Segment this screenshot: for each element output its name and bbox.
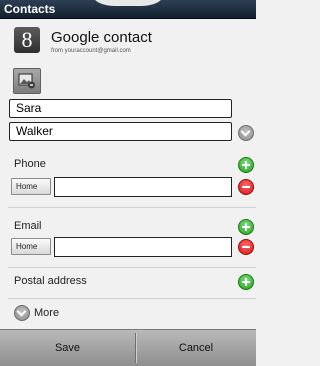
status-notch xyxy=(94,0,162,6)
account-header: 8 Google contact from youraccount@gmail.… xyxy=(0,20,256,62)
email-input[interactable] xyxy=(54,237,232,257)
phone-label: Phone xyxy=(14,158,46,170)
more-chevron-icon[interactable] xyxy=(14,305,30,321)
action-bar: Save Cancel xyxy=(0,329,256,366)
phone-input[interactable] xyxy=(54,177,232,197)
remove-phone-icon[interactable] xyxy=(238,179,254,195)
save-button[interactable]: Save xyxy=(0,330,135,366)
expand-name-icon[interactable] xyxy=(238,125,254,141)
cancel-button[interactable]: Cancel xyxy=(136,330,256,366)
divider xyxy=(8,298,256,299)
title-bar: Contacts xyxy=(0,0,256,19)
window-title: Contacts xyxy=(4,2,56,16)
last-name-field[interactable]: Walker xyxy=(9,122,232,141)
email-label: Email xyxy=(14,220,42,232)
first-name-field[interactable]: Sara xyxy=(9,99,232,118)
more-label[interactable]: More xyxy=(34,307,59,319)
email-type-selector[interactable]: Home xyxy=(11,238,51,255)
add-phone-icon[interactable] xyxy=(238,157,254,173)
picture-icon xyxy=(18,73,35,89)
contact-photo-button[interactable] xyxy=(13,68,41,94)
divider xyxy=(8,207,256,208)
google-logo-icon: 8 xyxy=(14,27,40,53)
remove-email-icon[interactable] xyxy=(238,239,254,255)
account-name: Google contact xyxy=(51,29,152,46)
account-email: from youraccount@gmail.com xyxy=(51,48,131,54)
add-email-icon[interactable] xyxy=(238,219,254,235)
divider xyxy=(8,267,256,268)
phone-type-selector[interactable]: Home xyxy=(11,178,51,195)
add-postal-address-icon[interactable] xyxy=(238,274,254,290)
postal-address-label: Postal address xyxy=(14,275,87,287)
